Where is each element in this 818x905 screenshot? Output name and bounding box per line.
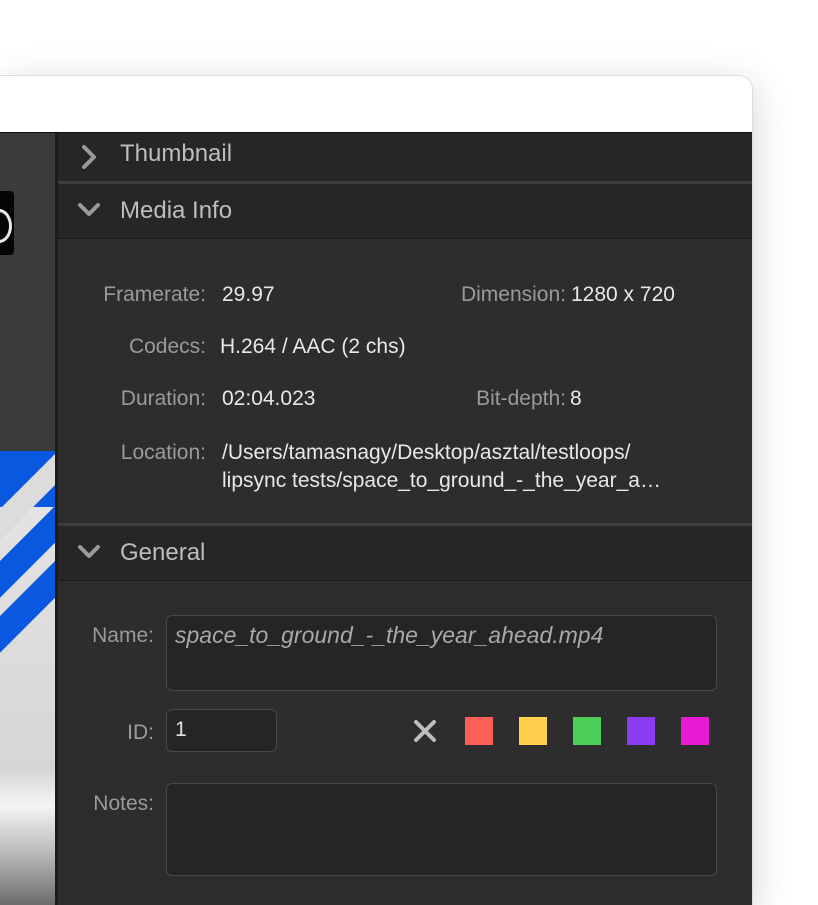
name-label: Name:	[92, 624, 154, 647]
preview-image	[0, 451, 55, 905]
duration-value: 02:04.023	[222, 387, 316, 410]
color-tag-red[interactable]	[465, 717, 493, 745]
video-preview[interactable]	[0, 133, 55, 905]
app-window: Thumbnail Media Info Framerate: 29.97 Di…	[0, 75, 753, 905]
clear-color-icon[interactable]	[410, 716, 440, 746]
codecs-label: Codecs:	[128, 335, 206, 358]
section-header-media-info[interactable]: Media Info	[58, 184, 752, 239]
preview-logo-fragment	[0, 191, 14, 255]
framerate-value: 29.97	[222, 283, 275, 306]
bitdepth-label: Bit-depth:	[476, 387, 566, 410]
framerate-label: Framerate:	[103, 283, 206, 306]
id-field-value: 1	[175, 718, 187, 741]
window-titlebar	[0, 76, 752, 132]
color-tag-green[interactable]	[573, 717, 601, 745]
color-tag-purple[interactable]	[627, 717, 655, 745]
color-tag-yellow[interactable]	[519, 717, 547, 745]
inspector-panel: Thumbnail Media Info Framerate: 29.97 Di…	[58, 133, 752, 905]
notes-label: Notes:	[93, 792, 154, 815]
id-field[interactable]: 1	[166, 709, 277, 752]
location-value-line2: lipsync tests/space_to_ground_-_the_year…	[222, 469, 661, 492]
chevron-down-icon	[78, 203, 100, 216]
location-label: Location:	[120, 441, 206, 464]
section-title-thumbnail: Thumbnail	[120, 140, 233, 167]
section-header-general[interactable]: General	[58, 526, 752, 581]
section-title-general: General	[120, 539, 206, 566]
duration-label: Duration:	[120, 387, 206, 410]
bitdepth-value: 8	[570, 387, 582, 410]
chevron-down-icon	[78, 545, 100, 558]
dimension-label: Dimension:	[460, 283, 566, 306]
codecs-value: H.264 / AAC (2 chs)	[220, 335, 406, 358]
chevron-right-icon	[82, 145, 96, 169]
dimension-value: 1280 x 720	[571, 283, 675, 306]
name-field[interactable]: space_to_ground_-_the_year_ahead.mp4	[166, 615, 717, 691]
window-content: Thumbnail Media Info Framerate: 29.97 Di…	[0, 132, 752, 905]
notes-field[interactable]	[166, 783, 717, 876]
location-value-line1: /Users/tamasnagy/Desktop/asztal/testloop…	[222, 441, 631, 464]
id-label: ID:	[127, 721, 154, 744]
color-tag-magenta[interactable]	[681, 717, 709, 745]
section-title-media-info: Media Info	[120, 197, 233, 224]
section-header-thumbnail[interactable]: Thumbnail	[58, 133, 752, 182]
name-field-value: space_to_ground_-_the_year_ahead.mp4	[175, 622, 604, 648]
